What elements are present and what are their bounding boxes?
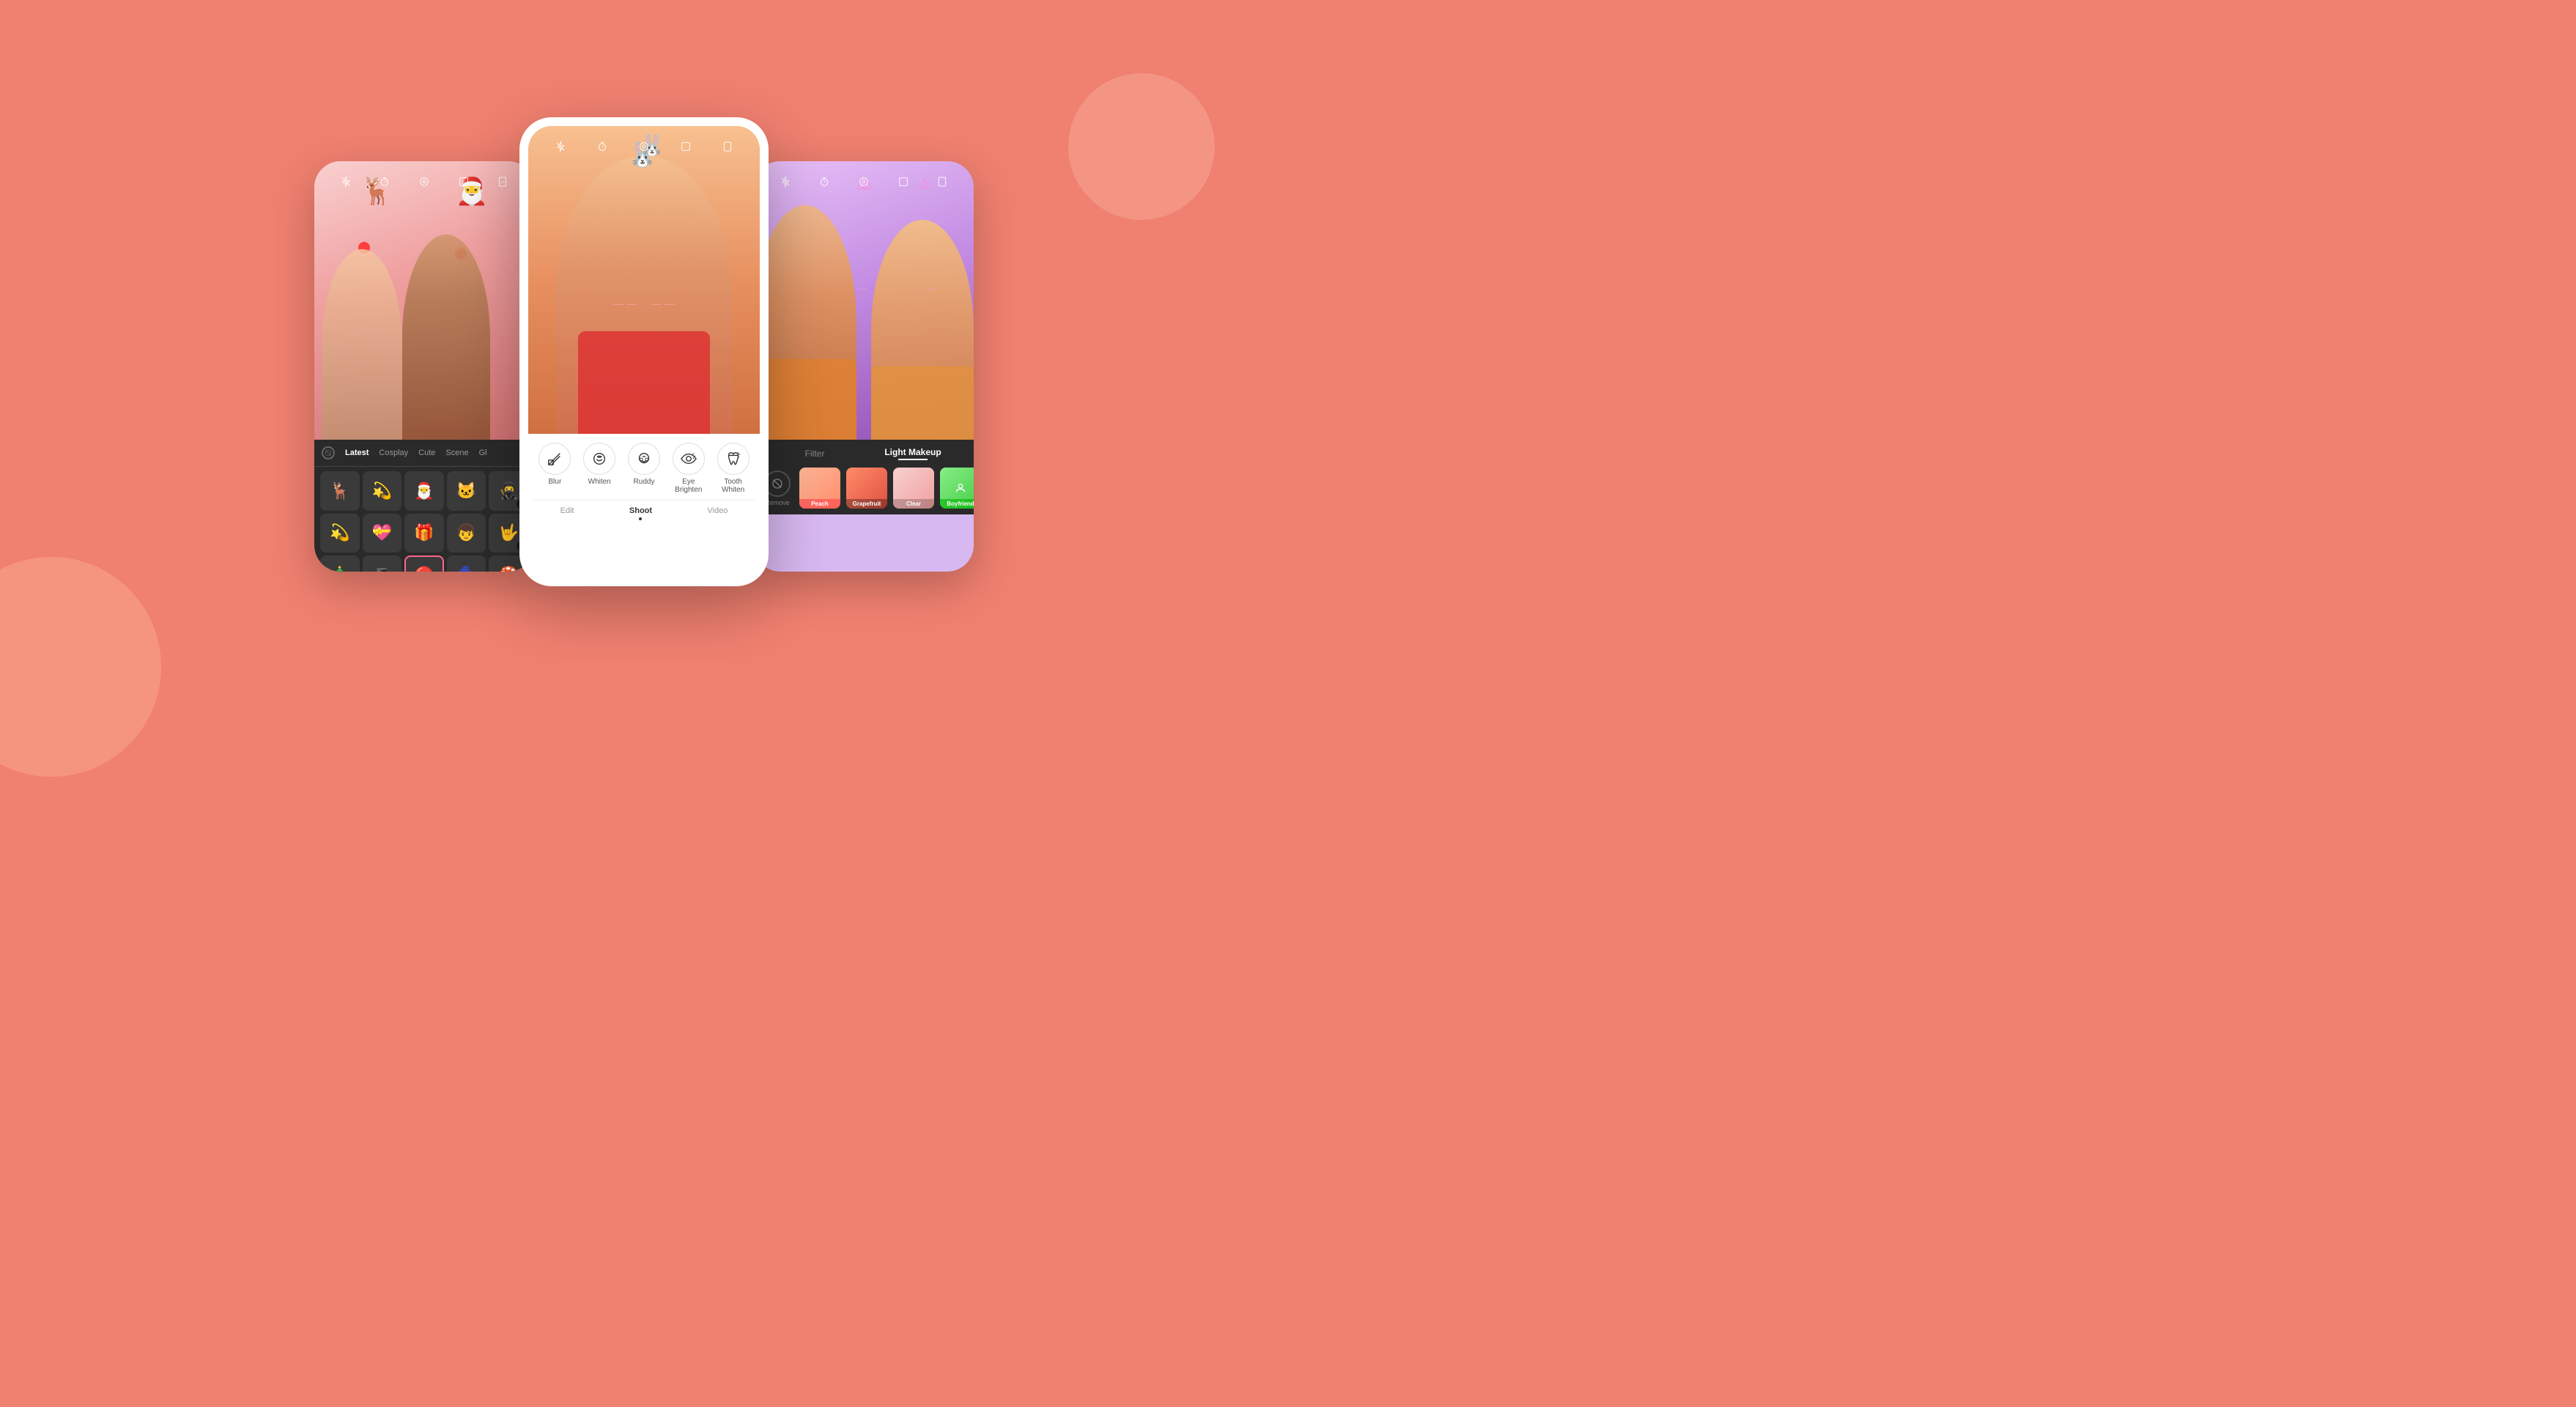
filter-boyfriend[interactable]: Boyfriend xyxy=(940,468,974,509)
center-phone-wrapper: 🐰 🐰 — — — — xyxy=(534,117,754,586)
tab-gl[interactable]: Gl xyxy=(475,446,492,460)
center-toolbar xyxy=(528,126,760,167)
beauty-icons-row: Blur Whiten xyxy=(533,443,755,494)
left-whiskers: ~ ~ xyxy=(856,286,867,294)
filter-tabs: Latest Cosplay Cute Scene Gl xyxy=(314,440,534,467)
tooth-icon xyxy=(717,443,750,475)
left-toolbar: 1:1 3:4 xyxy=(314,161,534,202)
filter-row: Remove Peach xyxy=(754,465,974,514)
sticker-12-selected[interactable]: 🔴 xyxy=(404,555,444,572)
sticker-6[interactable]: 💝 xyxy=(363,514,402,553)
center-flash-icon[interactable] xyxy=(550,136,571,157)
right-bottom-panel: Filter Light Makeup xyxy=(754,440,974,514)
clear-label: Clear xyxy=(893,501,934,507)
sticker-2[interactable]: 🎅 xyxy=(404,471,444,511)
tab-filter[interactable]: Filter xyxy=(766,448,864,459)
center-ratio-3-4-icon[interactable] xyxy=(717,136,738,157)
stickers-grid: 🦌 💫 🎅 🐱 🥷 ↓ xyxy=(314,467,534,572)
right-phone-wrapper: △ △ △ ~ ~ ~ ~ xyxy=(754,132,974,572)
sticker-0[interactable]: 🦌 xyxy=(320,471,360,511)
center-phone: 🐰 🐰 — — — — xyxy=(519,117,769,586)
blur-icon xyxy=(538,443,571,475)
beauty-item-blur[interactable]: Blur xyxy=(538,443,571,494)
center-ratio-1-1-icon[interactable] xyxy=(676,136,696,157)
left-phone-wrapper: 🦌 🎅 xyxy=(314,132,534,572)
beauty-item-ruddy[interactable]: Ruddy xyxy=(628,443,660,494)
whiten-icon xyxy=(583,443,615,475)
center-circle-icon[interactable] xyxy=(634,136,654,157)
no-filter-button[interactable] xyxy=(322,446,335,459)
svg-text:3:4: 3:4 xyxy=(500,180,505,183)
svg-text:1:1: 1:1 xyxy=(461,180,466,184)
tab-latest[interactable]: Latest xyxy=(341,446,373,460)
whiten-label: Whiten xyxy=(588,478,611,486)
circle-icon[interactable] xyxy=(414,171,434,192)
center-phone-screen: 🐰 🐰 — — — — xyxy=(528,126,760,577)
grapefruit-label: Grapefruit xyxy=(846,501,887,507)
ratio-3-4-icon[interactable]: 3:4 xyxy=(492,171,513,192)
tab-shoot[interactable]: Shoot xyxy=(629,506,652,520)
eye-brighten-label: EyeBrighten xyxy=(675,478,702,494)
tab-cosplay[interactable]: Cosplay xyxy=(374,446,412,460)
ruddy-icon xyxy=(628,443,660,475)
right-circle-icon[interactable] xyxy=(854,171,874,192)
left-bottom-panel: Latest Cosplay Cute Scene Gl 🦌 💫 xyxy=(314,440,534,572)
ruddy-label: Ruddy xyxy=(634,478,655,486)
center-photo-area: 🐰 🐰 — — — — xyxy=(528,126,760,434)
right-photo-area: △ △ △ ~ ~ ~ ~ xyxy=(754,161,974,440)
right-timer-icon[interactable] xyxy=(814,171,834,192)
timer-icon[interactable] xyxy=(374,171,395,192)
right-flash-icon[interactable] xyxy=(775,171,796,192)
whiskers: — — — — xyxy=(613,298,675,309)
active-dot xyxy=(639,517,642,520)
makeup-header: Filter Light Makeup xyxy=(754,440,974,465)
beauty-item-tooth-whiten[interactable]: ToothWhiten xyxy=(717,443,750,494)
sticker-7[interactable]: 🎁 xyxy=(404,514,444,553)
tab-light-makeup[interactable]: Light Makeup xyxy=(864,447,962,460)
sticker-11[interactable]: 🎩 ↓ xyxy=(363,555,402,572)
right-toolbar xyxy=(754,161,974,202)
right-whiskers: ~ ~ xyxy=(927,286,937,294)
right-phone-screen: △ △ △ ~ ~ ~ ~ xyxy=(754,161,974,572)
tooth-whiten-label: ToothWhiten xyxy=(722,478,744,494)
filter-grapefruit[interactable]: Grapefruit xyxy=(846,468,887,509)
eye-brighten-icon xyxy=(673,443,705,475)
left-photo-area: 🦌 🎅 xyxy=(314,161,534,440)
beauty-item-eye-brighten[interactable]: EyeBrighten xyxy=(673,443,705,494)
center-timer-icon[interactable] xyxy=(592,136,612,157)
tab-scene[interactable]: Scene xyxy=(441,446,473,460)
remove-label: Remove xyxy=(765,499,790,506)
tab-video[interactable]: Video xyxy=(707,506,728,520)
right-phone: △ △ △ ~ ~ ~ ~ xyxy=(754,161,974,572)
center-bottom-panel: Blur Whiten xyxy=(528,434,760,529)
sticker-10[interactable]: 🎄 xyxy=(320,555,360,572)
peach-label: Peach xyxy=(799,501,840,507)
phones-container: 🦌 🎅 xyxy=(0,0,1288,704)
sticker-1[interactable]: 💫 xyxy=(363,471,402,511)
tab-cute[interactable]: Cute xyxy=(414,446,440,460)
blur-label: Blur xyxy=(548,478,561,486)
nav-tabs: Edit Shoot Video xyxy=(533,500,755,523)
sticker-5[interactable]: 💫 xyxy=(320,514,360,553)
sticker-8[interactable]: 👦 xyxy=(447,514,486,553)
boyfriend-label: Boyfriend xyxy=(940,501,974,507)
filter-peach[interactable]: Peach xyxy=(799,468,840,509)
left-phone-screen: 🦌 🎅 xyxy=(314,161,534,572)
flash-off-icon[interactable] xyxy=(336,171,356,192)
right-ratio-3-4-icon[interactable] xyxy=(932,171,952,192)
filter-clear[interactable]: Clear xyxy=(893,468,934,509)
sticker-13[interactable]: 🧙 ↓ xyxy=(447,555,486,572)
right-ratio-1-1-icon[interactable] xyxy=(893,171,914,192)
beauty-item-whiten[interactable]: Whiten xyxy=(583,443,615,494)
sticker-3[interactable]: 🐱 xyxy=(447,471,486,511)
ratio-1-1-icon[interactable]: 1:1 xyxy=(454,171,474,192)
active-underline xyxy=(898,459,928,460)
left-phone: 🦌 🎅 xyxy=(314,161,534,572)
tab-edit[interactable]: Edit xyxy=(560,506,574,520)
